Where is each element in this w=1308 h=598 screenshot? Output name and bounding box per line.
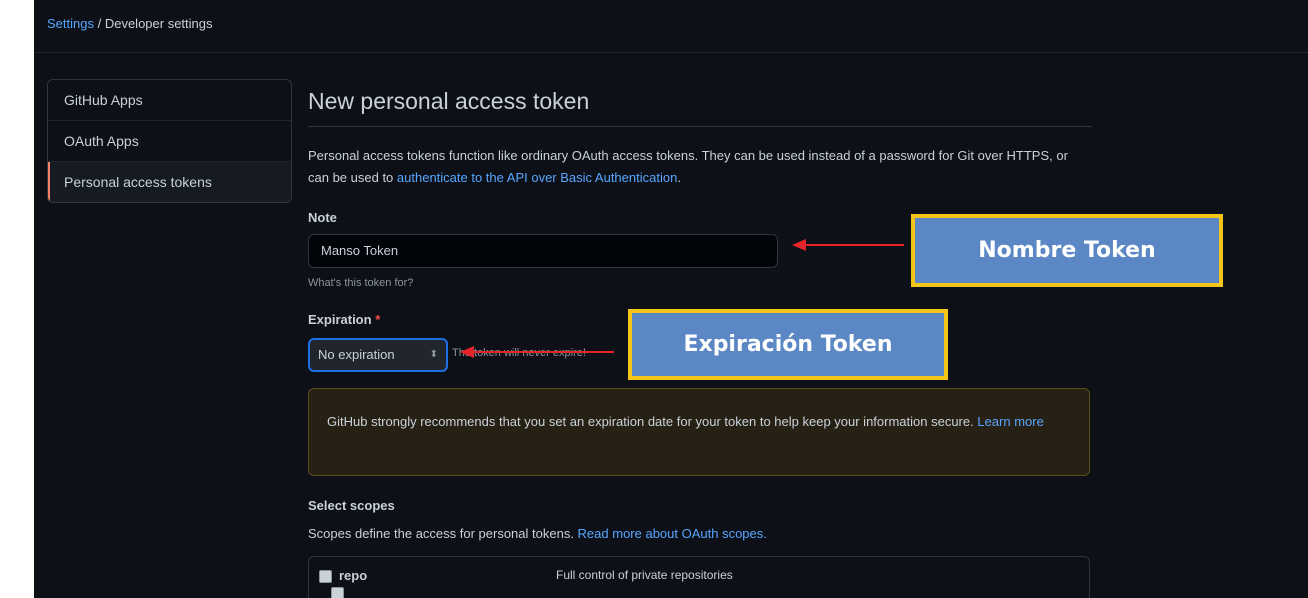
note-label: Note	[308, 210, 337, 225]
expiration-arrow-icon	[460, 346, 614, 358]
scope-description: Full control of private repositories	[556, 568, 733, 582]
basic-auth-link[interactable]: authenticate to the API over Basic Authe…	[397, 170, 677, 185]
breadcrumb: Settings / Developer settings	[47, 16, 213, 31]
breadcrumb-separator: /	[93, 16, 105, 31]
scopes-description: Scopes define the access for personal to…	[308, 526, 767, 541]
annotation-nombre-token: Nombre Token	[911, 214, 1223, 287]
sidebar-item-github-apps[interactable]: GitHub Apps	[48, 80, 291, 121]
breadcrumb-current: Developer settings	[104, 16, 213, 31]
annotation-expiracion-token: Expiración Token	[628, 309, 948, 380]
sidebar-item-oauth-apps[interactable]: OAuth Apps	[48, 121, 291, 162]
scopes-title: Select scopes	[308, 498, 395, 513]
sidebar-item-label: OAuth Apps	[64, 133, 139, 149]
note-help-text: What's this token for?	[308, 277, 414, 289]
scopes-description-text: Scopes define the access for personal to…	[308, 526, 578, 541]
settings-sidebar: GitHub Apps OAuth Apps Personal access t…	[47, 79, 292, 203]
page-description: Personal access tokens function like ord…	[308, 145, 1092, 189]
select-caret-icon: ⬍	[429, 349, 438, 360]
expiration-label: Expiration *	[308, 312, 380, 327]
oauth-scopes-link[interactable]: Read more about OAuth scopes.	[578, 526, 767, 541]
expiration-warning-banner: GitHub strongly recommends that you set …	[308, 388, 1090, 476]
required-asterisk: *	[375, 312, 381, 327]
expiration-label-text: Expiration	[308, 312, 372, 327]
note-input[interactable]: Manso Token	[308, 234, 778, 268]
app-window: Settings / Developer settings GitHub App…	[34, 0, 1308, 598]
scope-name: repo	[339, 568, 368, 583]
learn-more-link[interactable]: Learn more	[977, 414, 1043, 429]
description-end: .	[677, 170, 681, 185]
breadcrumb-bar: Settings / Developer settings	[34, 0, 1308, 53]
expiration-selected-value: No expiration	[318, 347, 395, 362]
sidebar-item-label: Personal access tokens	[64, 174, 212, 190]
note-arrow-icon	[792, 239, 904, 251]
scope-row-repo: repo Full control of private repositorie…	[319, 567, 1019, 587]
warning-text: GitHub strongly recommends that you set …	[327, 414, 978, 429]
sub-scope-checkbox[interactable]	[331, 587, 344, 598]
sidebar-item-personal-access-tokens[interactable]: Personal access tokens	[48, 162, 291, 202]
scopes-list: repo Full control of private repositorie…	[308, 556, 1090, 598]
breadcrumb-settings-link[interactable]: Settings	[47, 16, 94, 31]
repo-checkbox[interactable]	[319, 570, 332, 583]
page-title: New personal access token	[308, 80, 1092, 127]
token-form: New personal access token Personal acces…	[308, 80, 1092, 598]
expiration-select[interactable]: No expiration ⬍	[308, 338, 448, 372]
sidebar-item-label: GitHub Apps	[64, 92, 143, 108]
